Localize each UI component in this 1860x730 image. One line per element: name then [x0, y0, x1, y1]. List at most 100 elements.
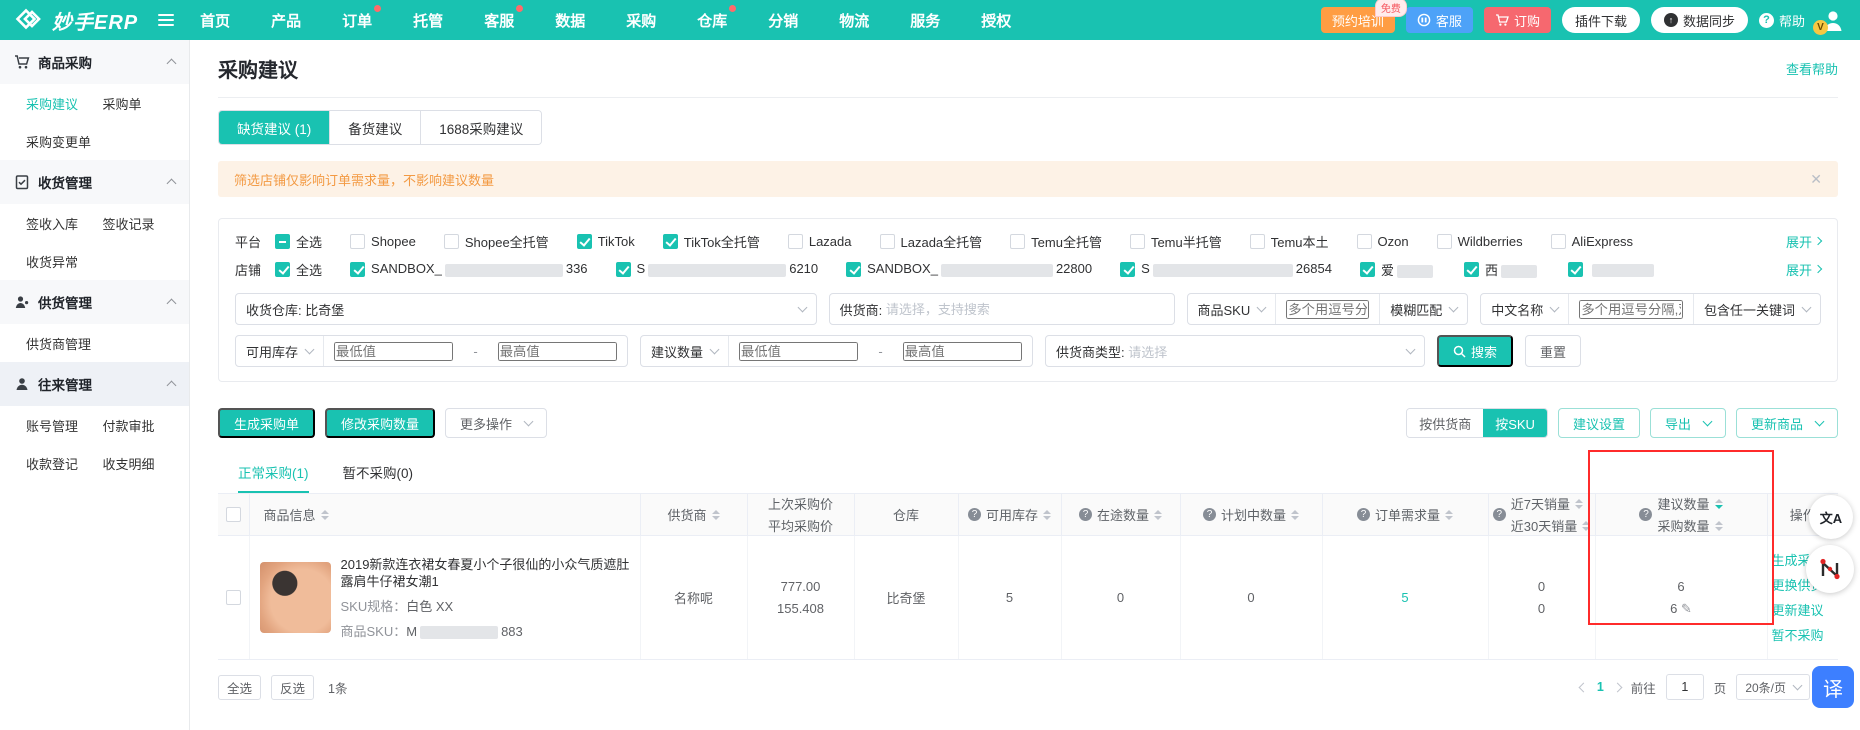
stock-min-input[interactable]: [334, 341, 454, 361]
goto-page-input[interactable]: [1665, 674, 1704, 700]
platform-option-tiktok-full[interactable]: TikTok全托管: [662, 232, 760, 251]
sidebar-item-purchase-change[interactable]: 采购变更单: [26, 132, 103, 151]
row-action-update-suggest[interactable]: 更新建议: [1772, 598, 1839, 623]
data-sync-button[interactable]: ↑ 数据同步: [1650, 7, 1748, 33]
name-match-select[interactable]: 包含任一关键词: [1692, 294, 1820, 324]
platform-option-aliexpress[interactable]: AliExpress: [1550, 233, 1633, 249]
platform-option-tiktok[interactable]: TikTok: [576, 233, 635, 249]
info-icon[interactable]: ?: [967, 508, 981, 521]
nav-product[interactable]: 产品: [271, 10, 301, 31]
info-icon[interactable]: ?: [1639, 508, 1653, 521]
sort-icon[interactable]: [1291, 509, 1299, 520]
sidebar-group-supply[interactable]: 供货管理: [0, 280, 189, 324]
platform-option-ozon[interactable]: Ozon: [1356, 233, 1409, 249]
subtab-hold[interactable]: 暂不采购(0): [343, 462, 414, 493]
update-product-button[interactable]: 更新商品: [1735, 408, 1838, 438]
modify-qty-button[interactable]: 修改采购数量: [325, 408, 436, 438]
sort-icon[interactable]: [1043, 509, 1051, 520]
store-option-1[interactable]: SANDBOX_ 336: [350, 261, 588, 277]
store-select-all[interactable]: 全选: [275, 260, 322, 279]
info-icon[interactable]: ?: [1078, 508, 1092, 521]
sidebar-group-goods-purchase[interactable]: 商品采购: [0, 40, 189, 84]
tab-out-of-stock[interactable]: 缺货建议 (1): [219, 111, 330, 144]
supplier-type-select[interactable]: 供货商类型: 请选择: [1045, 335, 1425, 367]
plugin-download-button[interactable]: 插件下载: [1561, 7, 1640, 33]
info-icon[interactable]: ?: [1202, 508, 1216, 521]
nav-logistics[interactable]: 物流: [839, 10, 869, 31]
platform-select-all[interactable]: 全选: [275, 232, 322, 251]
product-title[interactable]: 2019新款连衣裙女春夏小个子很仙的小众气质遮肚露肩牛仔裙女潮1: [341, 556, 630, 590]
invert-selection-button[interactable]: 反选: [271, 674, 315, 700]
nav-data[interactable]: 数据: [555, 10, 585, 31]
generate-po-button[interactable]: 生成采购单: [218, 408, 316, 438]
sidebar-group-transactions[interactable]: 往来管理: [0, 362, 189, 406]
sort-icon[interactable]: [1445, 509, 1453, 520]
view-help-link[interactable]: 查看帮助: [1786, 59, 1838, 78]
sidebar-item-account-manage[interactable]: 账号管理: [26, 416, 103, 435]
platform-option-wildberries[interactable]: Wildberries: [1436, 233, 1523, 249]
translate-fab[interactable]: 译: [1812, 666, 1854, 708]
nav-services[interactable]: 服务: [910, 10, 940, 31]
training-button[interactable]: 预约培训 免费: [1320, 0, 1407, 33]
help-button[interactable]: ? 帮助: [1758, 11, 1805, 30]
sku-input[interactable]: [1286, 299, 1370, 319]
warehouse-select[interactable]: 收货仓库: 比奇堡: [235, 293, 817, 325]
sidebar-item-purchase-order[interactable]: 采购单: [103, 94, 180, 113]
sort-icon[interactable]: [1582, 520, 1591, 531]
info-icon[interactable]: ?: [1492, 508, 1506, 521]
translate-widget[interactable]: 文A: [1809, 495, 1853, 539]
tab-restock[interactable]: 备货建议: [329, 111, 421, 144]
sort-icon[interactable]: [1714, 498, 1723, 509]
avatar[interactable]: V: [1813, 7, 1846, 35]
sidebar-item-receive-in[interactable]: 签收入库: [26, 214, 103, 233]
sort-icon[interactable]: [711, 509, 720, 520]
sidebar-item-receive-record[interactable]: 签收记录: [103, 214, 180, 233]
supplier-filter[interactable]: 供货商:: [828, 293, 1175, 325]
order-now-button[interactable]: 订购: [1483, 7, 1551, 33]
support-button[interactable]: 客服: [1405, 7, 1473, 33]
nav-distribution[interactable]: 分销: [768, 10, 798, 31]
export-button[interactable]: 导出: [1649, 408, 1726, 438]
sku-match-select[interactable]: 模糊匹配: [1379, 294, 1467, 324]
checkbox-indeterminate[interactable]: [275, 233, 291, 249]
nav-purchase[interactable]: 采购: [626, 10, 656, 31]
subtab-normal[interactable]: 正常采购(1): [238, 462, 309, 493]
sort-icon[interactable]: [1714, 520, 1723, 531]
store-expand-link[interactable]: 展开: [1786, 260, 1823, 279]
stock-field-select[interactable]: 可用库存: [236, 336, 323, 366]
store-option-7[interactable]: [1567, 261, 1657, 277]
row-action-hold[interactable]: 暂不采购: [1772, 623, 1839, 648]
stock-max-input[interactable]: [497, 341, 618, 361]
edit-icon[interactable]: ✎: [1681, 601, 1692, 616]
tab-1688[interactable]: 1688采购建议: [420, 111, 542, 144]
sidebar-item-purchase-suggest[interactable]: 采购建议: [26, 94, 103, 113]
current-page[interactable]: 1: [1597, 680, 1604, 694]
platform-option-lazada-full[interactable]: Lazada全托管: [879, 232, 982, 251]
reset-button[interactable]: 重置: [1525, 335, 1582, 367]
suggest-settings-button[interactable]: 建议设置: [1557, 408, 1640, 438]
suggest-max-input[interactable]: [902, 341, 1023, 361]
nav-hosting[interactable]: 托管: [413, 10, 443, 31]
name-input[interactable]: [1579, 299, 1683, 319]
sku-field-select[interactable]: 商品SKU: [1188, 294, 1276, 324]
more-actions-button[interactable]: 更多操作: [445, 408, 548, 438]
brand-logo[interactable]: 妙手ERP: [14, 6, 138, 35]
sort-icon[interactable]: [1575, 498, 1583, 509]
sort-icon[interactable]: [1154, 509, 1162, 520]
search-button[interactable]: 搜索: [1437, 335, 1514, 367]
sidebar-item-receipt-register[interactable]: 收款登记: [26, 454, 103, 473]
sidebar-group-receiving[interactable]: 收货管理: [0, 160, 189, 204]
store-option-5[interactable]: 爱: [1359, 260, 1436, 279]
store-option-3[interactable]: SANDBOX_ 22800: [846, 261, 1092, 277]
row-checkbox[interactable]: [225, 590, 241, 605]
sidebar-item-payment-approve[interactable]: 付款审批: [103, 416, 180, 435]
by-sku-toggle[interactable]: 按SKU: [1483, 409, 1547, 437]
page-size-select[interactable]: 20条/页: [1736, 674, 1810, 700]
store-option-4[interactable]: S 26854: [1120, 261, 1332, 277]
store-option-2[interactable]: S 6210: [615, 261, 818, 277]
nav-authorization[interactable]: 授权: [981, 10, 1011, 31]
platform-expand-link[interactable]: 展开: [1786, 232, 1823, 251]
order-demand-link[interactable]: 5: [1401, 590, 1408, 605]
name-field-select[interactable]: 中文名称: [1481, 294, 1568, 324]
sidebar-item-balance-detail[interactable]: 收支明细: [103, 454, 180, 473]
